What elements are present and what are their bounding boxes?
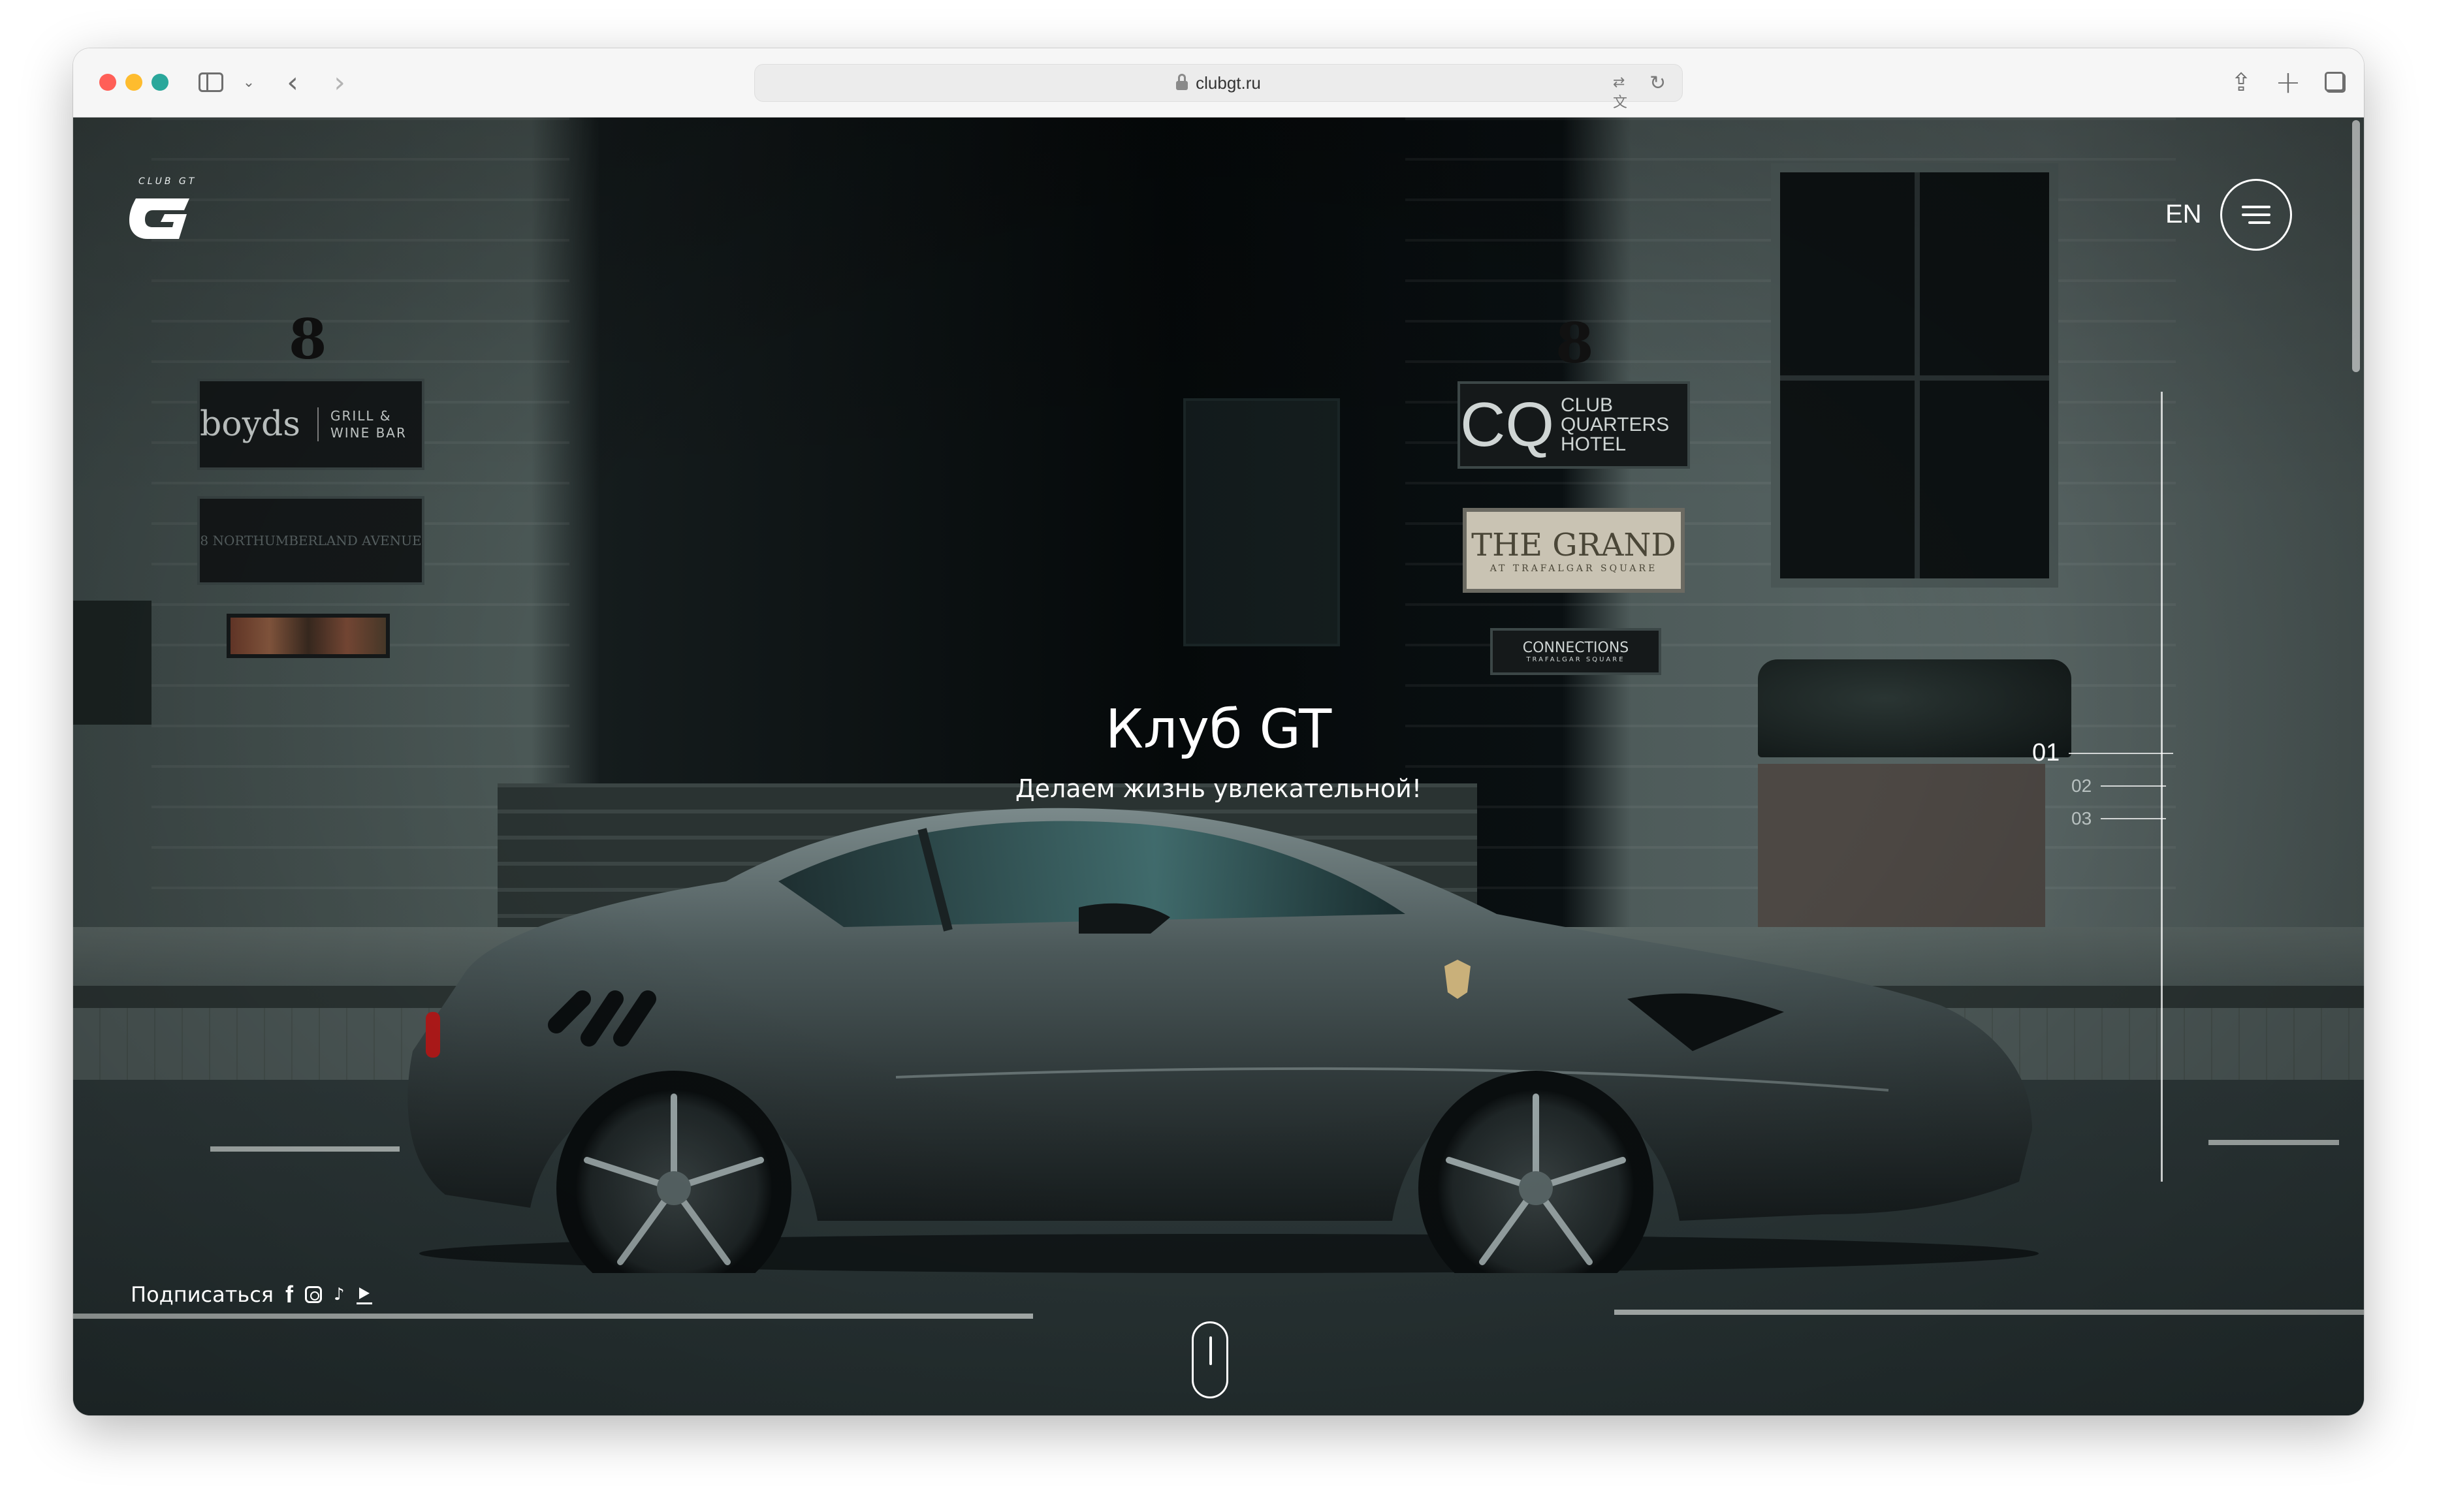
- sidebar-toggle-button[interactable]: [196, 65, 226, 99]
- club-gt-logo[interactable]: CLUB GT: [124, 176, 196, 248]
- hero-subtitle: Делаем жизнь увлекательной!: [1015, 774, 1422, 803]
- hero-title: Клуб GT: [1105, 699, 1332, 761]
- zoom-window-button[interactable]: [151, 74, 168, 91]
- scroll-down-icon[interactable]: [1192, 1321, 1228, 1398]
- reload-icon[interactable]: ↻: [1649, 72, 1669, 95]
- tab-overview-button[interactable]: [2319, 65, 2351, 99]
- slide-indicator-02[interactable]: 02: [2071, 776, 2167, 796]
- slide-indicator-01[interactable]: 01: [2032, 739, 2174, 767]
- slide-number: 01: [2032, 739, 2060, 766]
- slide-number: 02: [2071, 776, 2092, 796]
- subscribe-bar: Подписаться f ♪: [131, 1282, 372, 1307]
- grand-sign: THE GRAND AT TRAFALGAR SQUARE: [1463, 508, 1685, 593]
- cq-sign-text: CQ: [1460, 390, 1554, 460]
- sports-car-image: [407, 808, 2039, 1273]
- share-button[interactable]: ⇪: [2225, 65, 2257, 99]
- connections-sign-sub: TRAFALGAR SQUARE: [1526, 656, 1625, 663]
- forward-arrow-icon: ›: [334, 65, 345, 99]
- menu-picture-strip: [227, 614, 390, 658]
- minimize-window-button[interactable]: [125, 74, 142, 91]
- facebook-icon[interactable]: f: [285, 1283, 293, 1306]
- grand-sign-sub: AT TRAFALGAR SQUARE: [1489, 563, 1658, 574]
- northumberland-sign: 8 NORTHUMBERLAND AVENUE: [197, 496, 424, 585]
- slide-dash: [2101, 785, 2167, 787]
- slide-number: 03: [2071, 808, 2092, 828]
- tab-overview-icon: [2322, 69, 2348, 95]
- menu-button[interactable]: [2220, 179, 2292, 251]
- slide-dash: [2069, 752, 2174, 754]
- entrance-door: [1183, 398, 1340, 646]
- lock-icon: [1176, 74, 1188, 90]
- back-button[interactable]: ‹: [277, 65, 308, 99]
- boyds-sign: boyds GRILL & WINE BAR: [197, 379, 424, 470]
- grand-sign-text: THE GRAND: [1471, 527, 1676, 563]
- hero-section: 8 8 boyds GRILL & WINE BAR 8 NORTHUMBERL…: [73, 118, 2364, 1415]
- plus-icon: +: [2274, 64, 2302, 101]
- boyds-sign-sub: GRILL & WINE BAR: [317, 407, 422, 441]
- cq-sign-sub: CLUB QUARTERS HOTEL: [1561, 394, 1670, 455]
- building-window: [1771, 163, 2058, 588]
- slide-dash: [2101, 818, 2167, 819]
- address-bar[interactable]: clubgt.ru ⇄文 ↻: [754, 64, 1683, 111]
- youtube-icon[interactable]: [356, 1285, 372, 1304]
- logo-mark-icon: [129, 198, 189, 239]
- house-number-right: 8: [1555, 311, 1594, 375]
- share-icon: ⇪: [2231, 68, 2252, 97]
- hamburger-icon-line: [2248, 221, 2270, 224]
- house-number-left: 8: [289, 307, 327, 371]
- lane-marking: [2208, 1140, 2339, 1145]
- url-text: clubgt.ru: [1196, 72, 1261, 93]
- chevron-down-icon[interactable]: ⌄: [240, 65, 257, 99]
- forward-button[interactable]: ›: [324, 65, 355, 99]
- translate-icon[interactable]: ⇄文: [1613, 74, 1636, 111]
- sidebar-icon: [199, 72, 223, 92]
- lane-marking: [210, 1146, 400, 1152]
- connections-sign-text: CONNECTIONS: [1522, 640, 1629, 656]
- boyds-sign-text: boyds: [200, 405, 300, 444]
- lane-marking: [73, 1314, 1033, 1319]
- new-tab-button[interactable]: +: [2272, 64, 2304, 101]
- lane-marking: [1614, 1310, 2364, 1315]
- slide-indicator-03[interactable]: 03: [2071, 808, 2167, 829]
- hamburger-icon: [2242, 206, 2270, 208]
- close-window-button[interactable]: [99, 74, 116, 91]
- instagram-icon[interactable]: [305, 1286, 323, 1303]
- browser-toolbar: ⌄ ‹ › clubgt.ru ⇄文 ↻ ⇪ +: [73, 48, 2364, 118]
- cq-sign: CQ CLUB QUARTERS HOTEL: [1457, 381, 1690, 469]
- tiktok-icon[interactable]: ♪: [334, 1285, 345, 1304]
- browser-window: ⌄ ‹ › clubgt.ru ⇄文 ↻ ⇪ + 8 8 boyds GRILL…: [73, 48, 2364, 1415]
- back-arrow-icon: ‹: [287, 65, 298, 99]
- connections-sign: CONNECTIONS TRAFALGAR SQUARE: [1490, 628, 1661, 675]
- language-switch[interactable]: EN: [2165, 200, 2202, 229]
- hamburger-icon-line: [2242, 213, 2270, 216]
- page-scrollbar-thumb[interactable]: [2352, 120, 2360, 372]
- subscribe-label: Подписаться: [131, 1282, 274, 1307]
